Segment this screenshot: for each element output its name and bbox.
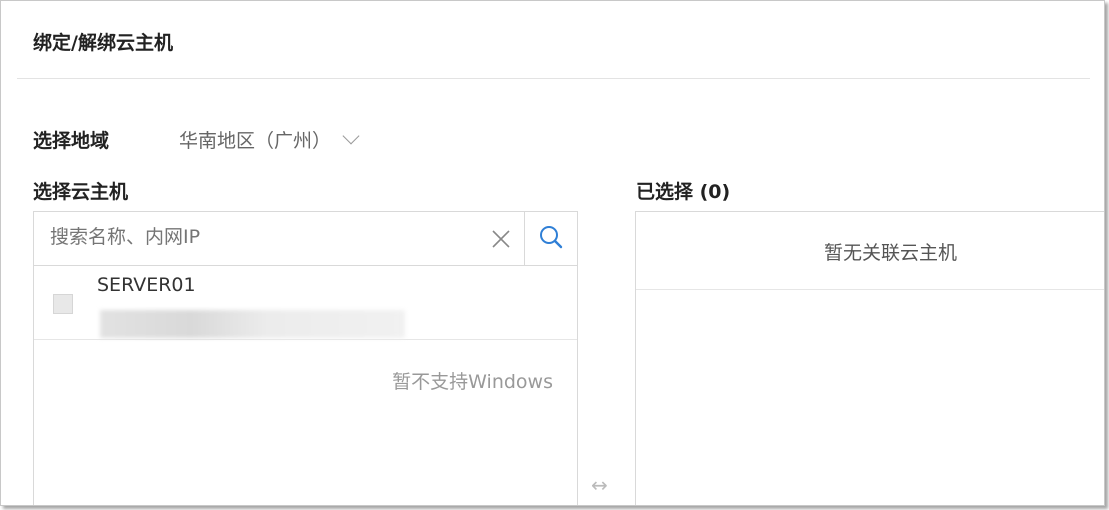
selected-label: 已选择 (0) [636,181,731,203]
chevron-down-icon [342,127,360,144]
region-select[interactable]: 华南地区（广州） [179,126,360,153]
vm-checkbox[interactable] [53,294,73,314]
vm-name: SERVER01 [97,274,196,296]
list-item[interactable]: SERVER01 [34,266,577,340]
search-button[interactable] [524,212,577,265]
redacted-ip [100,310,405,338]
empty-text: 暂无关联云主机 [824,242,958,264]
search-icon [538,224,564,254]
empty-state: 暂无关联云主机 [636,212,1104,290]
vm-list-panel: SERVER01 暂不支持Windows [33,211,578,505]
region-value: 华南地区（广州） [179,130,332,152]
search-box [34,212,577,266]
divider [17,78,1090,79]
search-input[interactable] [50,226,470,248]
region-label: 选择地域 [33,130,110,152]
bind-vm-dialog: 绑定/解绑云主机 选择地域 华南地区（广州） 选择云主机 搜索名称、内网IP S… [0,0,1105,506]
dialog-title: 绑定/解绑云主机 [33,32,173,54]
vm-picker-label: 选择云主机 [33,181,129,203]
selected-panel: 暂无关联云主机 [635,211,1104,505]
swap-arrows-icon: ↔ [591,473,608,497]
windows-note: 暂不支持Windows [392,371,553,393]
close-icon[interactable] [489,227,513,251]
